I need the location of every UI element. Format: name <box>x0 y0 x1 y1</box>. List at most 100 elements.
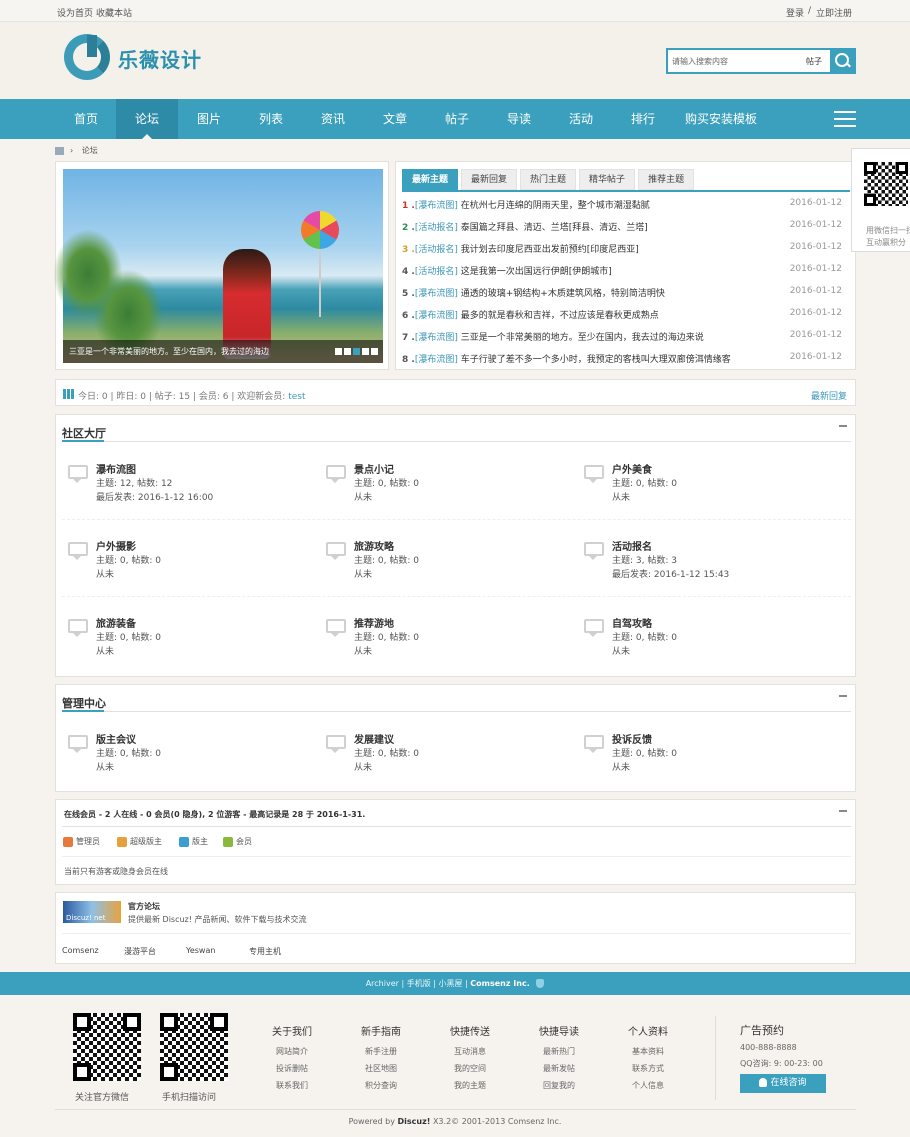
search-type-select[interactable]: 帖子 <box>806 56 822 67</box>
topic-category[interactable]: [瀑布流图] <box>415 333 458 343</box>
forum-item[interactable]: 发展建议 主题: 0, 帖数: 0 从未 <box>326 731 566 791</box>
company-link[interactable]: Comsenz Inc. <box>470 979 529 988</box>
forum-last-post[interactable]: 从未 <box>96 644 114 657</box>
search-input[interactable]: 请输入搜索内容 <box>672 56 728 67</box>
topic-row[interactable]: 1 .[瀑布流图] 在杭州七月连绵的阴雨天里，整个城市潮湿黏腻 2016-01-1… <box>402 198 852 218</box>
slide-dot[interactable] <box>362 348 369 355</box>
tab-latest-replies[interactable]: 最新回复 <box>461 169 518 190</box>
nav-ranking[interactable]: 排行 <box>612 99 674 139</box>
newest-member-link[interactable]: test <box>288 392 305 402</box>
friend-link[interactable]: 漫游平台 <box>124 946 156 957</box>
forum-last-post[interactable]: 最后发表: 2016-1-12 16:00 <box>96 490 213 503</box>
forum-item[interactable]: 旅游装备 主题: 0, 帖数: 0 从未 <box>68 615 308 675</box>
topic-category[interactable]: [活动报名] <box>415 245 458 255</box>
forum-name[interactable]: 景点小记 <box>354 461 394 476</box>
nav-guide[interactable]: 导读 <box>488 99 550 139</box>
forum-item[interactable]: 户外摄影 主题: 0, 帖数: 0 从未 <box>68 538 308 598</box>
footer-link[interactable]: 最新发帖 <box>529 1063 589 1074</box>
topic-category[interactable]: [瀑布流图] <box>415 355 458 365</box>
friend-link[interactable]: 专用主机 <box>249 946 281 957</box>
forum-last-post[interactable]: 从未 <box>96 760 114 773</box>
footer-link[interactable]: 最新热门 <box>529 1046 589 1057</box>
bookmark-link[interactable]: 收藏本站 <box>96 6 132 19</box>
slide-dot[interactable] <box>353 348 360 355</box>
slide-dot[interactable] <box>344 348 351 355</box>
forum-last-post[interactable]: 从未 <box>354 760 372 773</box>
footer-link[interactable]: 互动消息 <box>440 1046 500 1057</box>
footer-link[interactable]: 个人信息 <box>618 1080 678 1091</box>
forum-name[interactable]: 发展建议 <box>354 731 394 746</box>
footer-link[interactable]: 投诉删帖 <box>262 1063 322 1074</box>
topic-title[interactable]: 通透的玻璃+钢结构+木质建筑风格，特别简洁明快 <box>461 289 665 299</box>
nav-home[interactable]: 首页 <box>56 99 116 139</box>
topic-row[interactable]: 4 .[活动报名] 这是我第一次出国远行伊朗[伊朗城市] 2016-01-12 <box>402 264 852 284</box>
nav-news[interactable]: 资讯 <box>302 99 364 139</box>
forum-item[interactable]: 投诉反馈 主题: 0, 帖数: 0 从未 <box>584 731 824 791</box>
latest-reply-link[interactable]: 最新回复 <box>811 389 847 402</box>
topic-category[interactable]: [瀑布流图] <box>415 311 458 321</box>
forum-last-post[interactable]: 从未 <box>354 644 372 657</box>
topic-row[interactable]: 7 .[瀑布流图] 三亚是一个非常美丽的地方。至少在国内，我去过的海边来说 201… <box>402 330 852 350</box>
online-header[interactable]: 在线会员 - 2 人在线 - 0 会员(0 隐身), 2 位游客 - 最高记录是… <box>64 809 365 820</box>
nav-pictures[interactable]: 图片 <box>178 99 240 139</box>
forum-name[interactable]: 旅游装备 <box>96 615 136 630</box>
topic-row[interactable]: 8 .[瀑布流图] 车子行驶了差不多一个多小时，我预定的客栈叫大理双廊傍洱情缘客… <box>402 352 852 372</box>
mobile-link[interactable]: 手机版 <box>407 979 431 988</box>
forum-name[interactable]: 瀑布流图 <box>96 461 136 476</box>
topic-category[interactable]: [瀑布流图] <box>415 289 458 299</box>
topic-row[interactable]: 3 .[活动报名] 我计划去印度尼西亚出发前预约[印度尼西亚] 2016-01-1… <box>402 242 852 262</box>
footer-link[interactable]: 积分查询 <box>351 1080 411 1091</box>
archiver-link[interactable]: Archiver <box>366 979 399 988</box>
footer-link[interactable]: 基本资料 <box>618 1046 678 1057</box>
forum-name[interactable]: 户外摄影 <box>96 538 136 553</box>
login-link[interactable]: 登录 <box>786 6 804 19</box>
forum-last-post[interactable]: 从未 <box>612 490 630 503</box>
link-title[interactable]: 官方论坛 <box>128 901 160 912</box>
collapse-icon[interactable] <box>839 425 847 427</box>
forum-last-post[interactable]: 从未 <box>612 760 630 773</box>
forum-name[interactable]: 推荐游地 <box>354 615 394 630</box>
slide-dot[interactable] <box>371 348 378 355</box>
collapse-icon[interactable] <box>839 810 847 812</box>
forum-item[interactable]: 活动报名 主题: 3, 帖数: 3 最后发表: 2016-1-12 15:43 <box>584 538 824 598</box>
online-consult-button[interactable]: 在线咨询 <box>740 1074 826 1093</box>
discuz-link[interactable]: Discuz! <box>398 1117 431 1126</box>
forum-item[interactable]: 版主会议 主题: 0, 帖数: 0 从未 <box>68 731 308 791</box>
forum-last-post[interactable]: 从未 <box>612 644 630 657</box>
topic-title[interactable]: 最多的就是春秋和吉祥，不过应该是春秋更成熟点 <box>461 311 659 321</box>
forum-last-post[interactable]: 从未 <box>354 490 372 503</box>
tab-hot-topics[interactable]: 热门主题 <box>520 169 577 190</box>
nav-articles[interactable]: 文章 <box>364 99 426 139</box>
logo-text[interactable]: 乐薇设计 <box>118 44 202 73</box>
nav-buy-template[interactable]: 购买安装模板 <box>674 99 768 139</box>
forum-name[interactable]: 版主会议 <box>96 731 136 746</box>
topic-category[interactable]: [活动报名] <box>415 223 458 233</box>
topic-row[interactable]: 5 .[瀑布流图] 通透的玻璃+钢结构+木质建筑风格，特别简洁明快 2016-01… <box>402 286 852 306</box>
topic-row[interactable]: 6 .[瀑布流图] 最多的就是春秋和吉祥，不过应该是春秋更成熟点 2016-01-… <box>402 308 852 328</box>
topic-title[interactable]: 在杭州七月连绵的阴雨天里，整个城市潮湿黏腻 <box>461 201 650 211</box>
logo-icon[interactable] <box>64 34 110 80</box>
discuz-banner[interactable]: Discuz! net <box>63 901 121 923</box>
nav-posts[interactable]: 帖子 <box>426 99 488 139</box>
forum-item[interactable]: 户外美食 主题: 0, 帖数: 0 从未 <box>584 461 824 521</box>
nav-forum[interactable]: 论坛 <box>116 99 178 139</box>
footer-link[interactable]: 我的空间 <box>440 1063 500 1074</box>
topic-category[interactable]: [活动报名] <box>415 267 458 277</box>
forum-item[interactable]: 旅游攻略 主题: 0, 帖数: 0 从未 <box>326 538 566 598</box>
search-icon[interactable] <box>830 50 854 72</box>
footer-link[interactable]: 新手注册 <box>351 1046 411 1057</box>
forum-name[interactable]: 活动报名 <box>612 538 652 553</box>
forum-name[interactable]: 户外美食 <box>612 461 652 476</box>
forum-item[interactable]: 推荐游地 主题: 0, 帖数: 0 从未 <box>326 615 566 675</box>
friend-link[interactable]: Yeswan <box>186 946 215 955</box>
footer-link[interactable]: 联系我们 <box>262 1080 322 1091</box>
tab-latest-topics[interactable]: 最新主题 <box>402 169 459 190</box>
register-link[interactable]: 立即注册 <box>816 6 852 19</box>
footer-link[interactable]: 我的主题 <box>440 1080 500 1091</box>
footer-link[interactable]: 回复我的 <box>529 1080 589 1091</box>
forum-name[interactable]: 投诉反馈 <box>612 731 652 746</box>
topic-title[interactable]: 我计划去印度尼西亚出发前预约[印度尼西亚] <box>461 245 639 255</box>
slide-image[interactable] <box>53 169 383 363</box>
forum-last-post[interactable]: 最后发表: 2016-1-12 15:43 <box>612 567 729 580</box>
friend-link[interactable]: Comsenz <box>62 946 99 955</box>
